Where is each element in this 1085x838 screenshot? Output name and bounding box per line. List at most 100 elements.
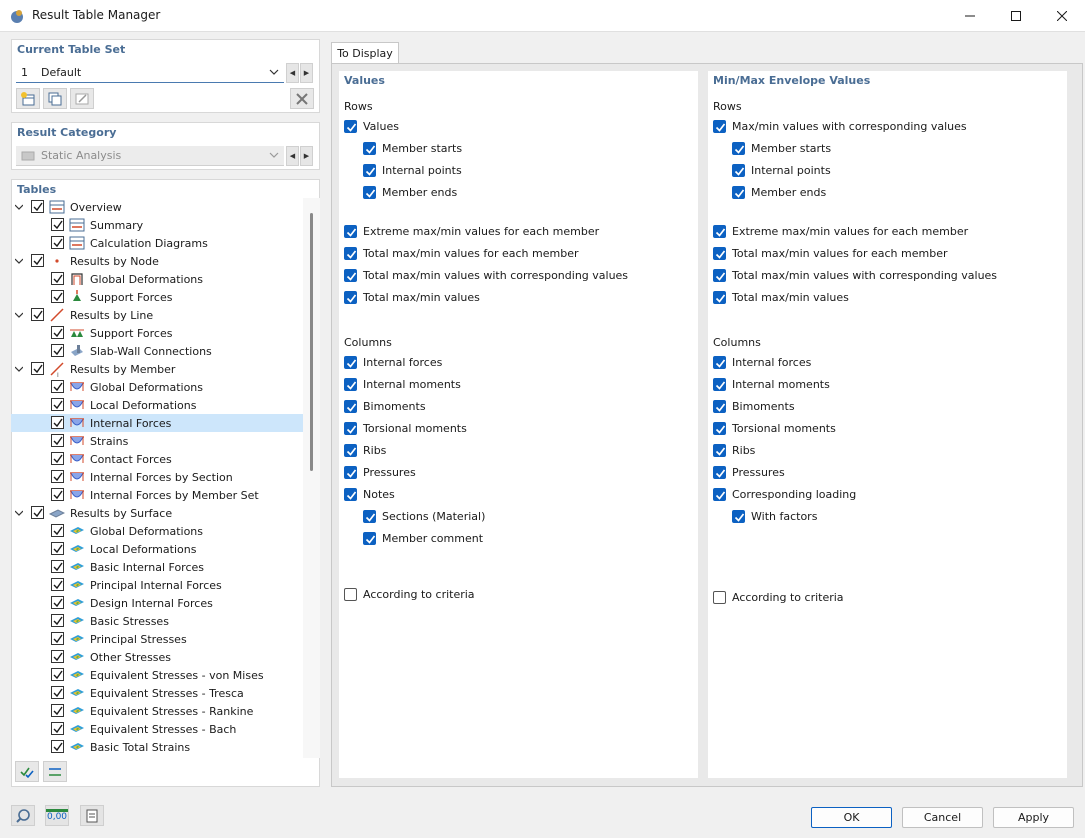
checkbox[interactable] [344,400,357,413]
tree-item[interactable]: Slab-Wall Connections [11,342,303,360]
tree-checkbox[interactable] [51,614,64,627]
tree-item[interactable]: Other Stresses [11,648,303,666]
tree-item[interactable]: Global Deformations [11,378,303,396]
checkbox[interactable] [713,488,726,501]
tree-group[interactable]: Overview [11,198,303,216]
tree-checkbox[interactable] [51,326,64,339]
close-button[interactable] [1039,0,1085,32]
chevron-down-icon[interactable] [15,257,23,265]
checkbox[interactable] [344,488,357,501]
tree-item[interactable]: Internal Forces by Member Set [11,486,303,504]
tree-checkbox[interactable] [51,650,64,663]
prev-category-button[interactable]: ◀ [286,146,299,166]
checkbox[interactable] [713,269,726,282]
tree-item[interactable]: Support Forces [11,288,303,306]
tree-checkbox[interactable] [51,416,64,429]
tree-checkbox[interactable] [51,218,64,231]
tree-checkbox[interactable] [51,236,64,249]
tree-checkbox[interactable] [51,596,64,609]
tree-group[interactable]: IResults by Member [11,360,303,378]
tree-checkbox[interactable] [51,524,64,537]
select-all-button[interactable] [15,761,39,782]
checkbox[interactable] [732,510,745,523]
checkbox[interactable] [344,269,357,282]
tree-scrollbar-thumb[interactable] [310,213,313,471]
checkbox[interactable] [344,378,357,391]
checkbox[interactable] [344,356,357,369]
checkbox[interactable] [344,444,357,457]
prev-table-set-button[interactable]: ◀ [286,63,299,83]
tree-checkbox[interactable] [51,398,64,411]
tree-checkbox[interactable] [51,272,64,285]
tree-checkbox[interactable] [51,740,64,753]
checkbox[interactable] [363,142,376,155]
tree-item[interactable]: Summary [11,216,303,234]
tree-item[interactable]: Equivalent Stresses - Tresca [11,684,303,702]
checkbox[interactable] [363,164,376,177]
deselect-all-button[interactable] [43,761,67,782]
delete-table-set-button[interactable] [290,88,314,109]
result-category-select[interactable]: Static Analysis [16,146,284,166]
checkbox[interactable] [344,291,357,304]
tree-checkbox[interactable] [51,488,64,501]
tree-item[interactable]: Equivalent Stresses - von Mises [11,666,303,684]
copy-values-button[interactable] [80,805,104,826]
tab-to-display[interactable]: To Display [331,42,399,64]
tree-checkbox[interactable] [31,308,44,321]
help-button[interactable] [11,805,35,826]
tree-checkbox[interactable] [51,434,64,447]
checkbox[interactable] [713,291,726,304]
new-table-set-button[interactable] [16,88,40,109]
checkbox[interactable] [344,225,357,238]
tree-checkbox[interactable] [51,560,64,573]
chevron-down-icon[interactable] [15,509,23,517]
table-set-select[interactable]: 1 Default [16,63,284,83]
rename-table-set-button[interactable] [70,88,94,109]
tree-checkbox[interactable] [51,722,64,735]
next-table-set-button[interactable]: ▶ [300,63,313,83]
checkbox[interactable] [363,186,376,199]
tree-item[interactable]: Basic Internal Forces [11,558,303,576]
tree-item[interactable]: Internal Forces [11,414,303,432]
chevron-down-icon[interactable] [15,203,23,211]
tree-item[interactable]: Principal Stresses [11,630,303,648]
chevron-down-icon[interactable] [15,365,23,373]
tree-checkbox[interactable] [51,290,64,303]
tree-item[interactable]: Equivalent Stresses - Bach [11,720,303,738]
tree-checkbox[interactable] [31,200,44,213]
tree-checkbox[interactable] [51,452,64,465]
tree-checkbox[interactable] [51,344,64,357]
checkbox[interactable] [344,588,357,601]
tree-checkbox[interactable] [51,470,64,483]
copy-table-set-button[interactable] [43,88,67,109]
tree-item[interactable]: Local Deformations [11,396,303,414]
checkbox[interactable] [344,466,357,479]
tree-item[interactable]: Local Deformations [11,540,303,558]
units-button[interactable]: 0,00 [45,805,69,826]
minimize-button[interactable] [947,0,993,32]
checkbox[interactable] [732,186,745,199]
tree-checkbox[interactable] [31,506,44,519]
tree-item[interactable]: Contact Forces [11,450,303,468]
checkbox[interactable] [713,591,726,604]
checkbox[interactable] [713,356,726,369]
tree-checkbox[interactable] [51,578,64,591]
tree-group[interactable]: Results by Line [11,306,303,324]
checkbox[interactable] [344,422,357,435]
tree-item[interactable]: Design Internal Forces [11,594,303,612]
checkbox[interactable] [713,225,726,238]
maximize-button[interactable] [993,0,1039,32]
tree-checkbox[interactable] [51,704,64,717]
tree-item[interactable]: Basic Total Strains [11,738,303,756]
tree-item[interactable]: Support Forces [11,324,303,342]
tree-item[interactable]: Internal Forces by Section [11,468,303,486]
tree-checkbox[interactable] [51,632,64,645]
checkbox[interactable] [344,120,357,133]
tree-item[interactable]: Equivalent Stresses - Rankine [11,702,303,720]
tree-checkbox[interactable] [51,668,64,681]
tree-checkbox[interactable] [51,542,64,555]
tree-item[interactable]: Global Deformations [11,522,303,540]
checkbox[interactable] [344,247,357,260]
checkbox[interactable] [713,444,726,457]
tree-item[interactable]: Calculation Diagrams [11,234,303,252]
